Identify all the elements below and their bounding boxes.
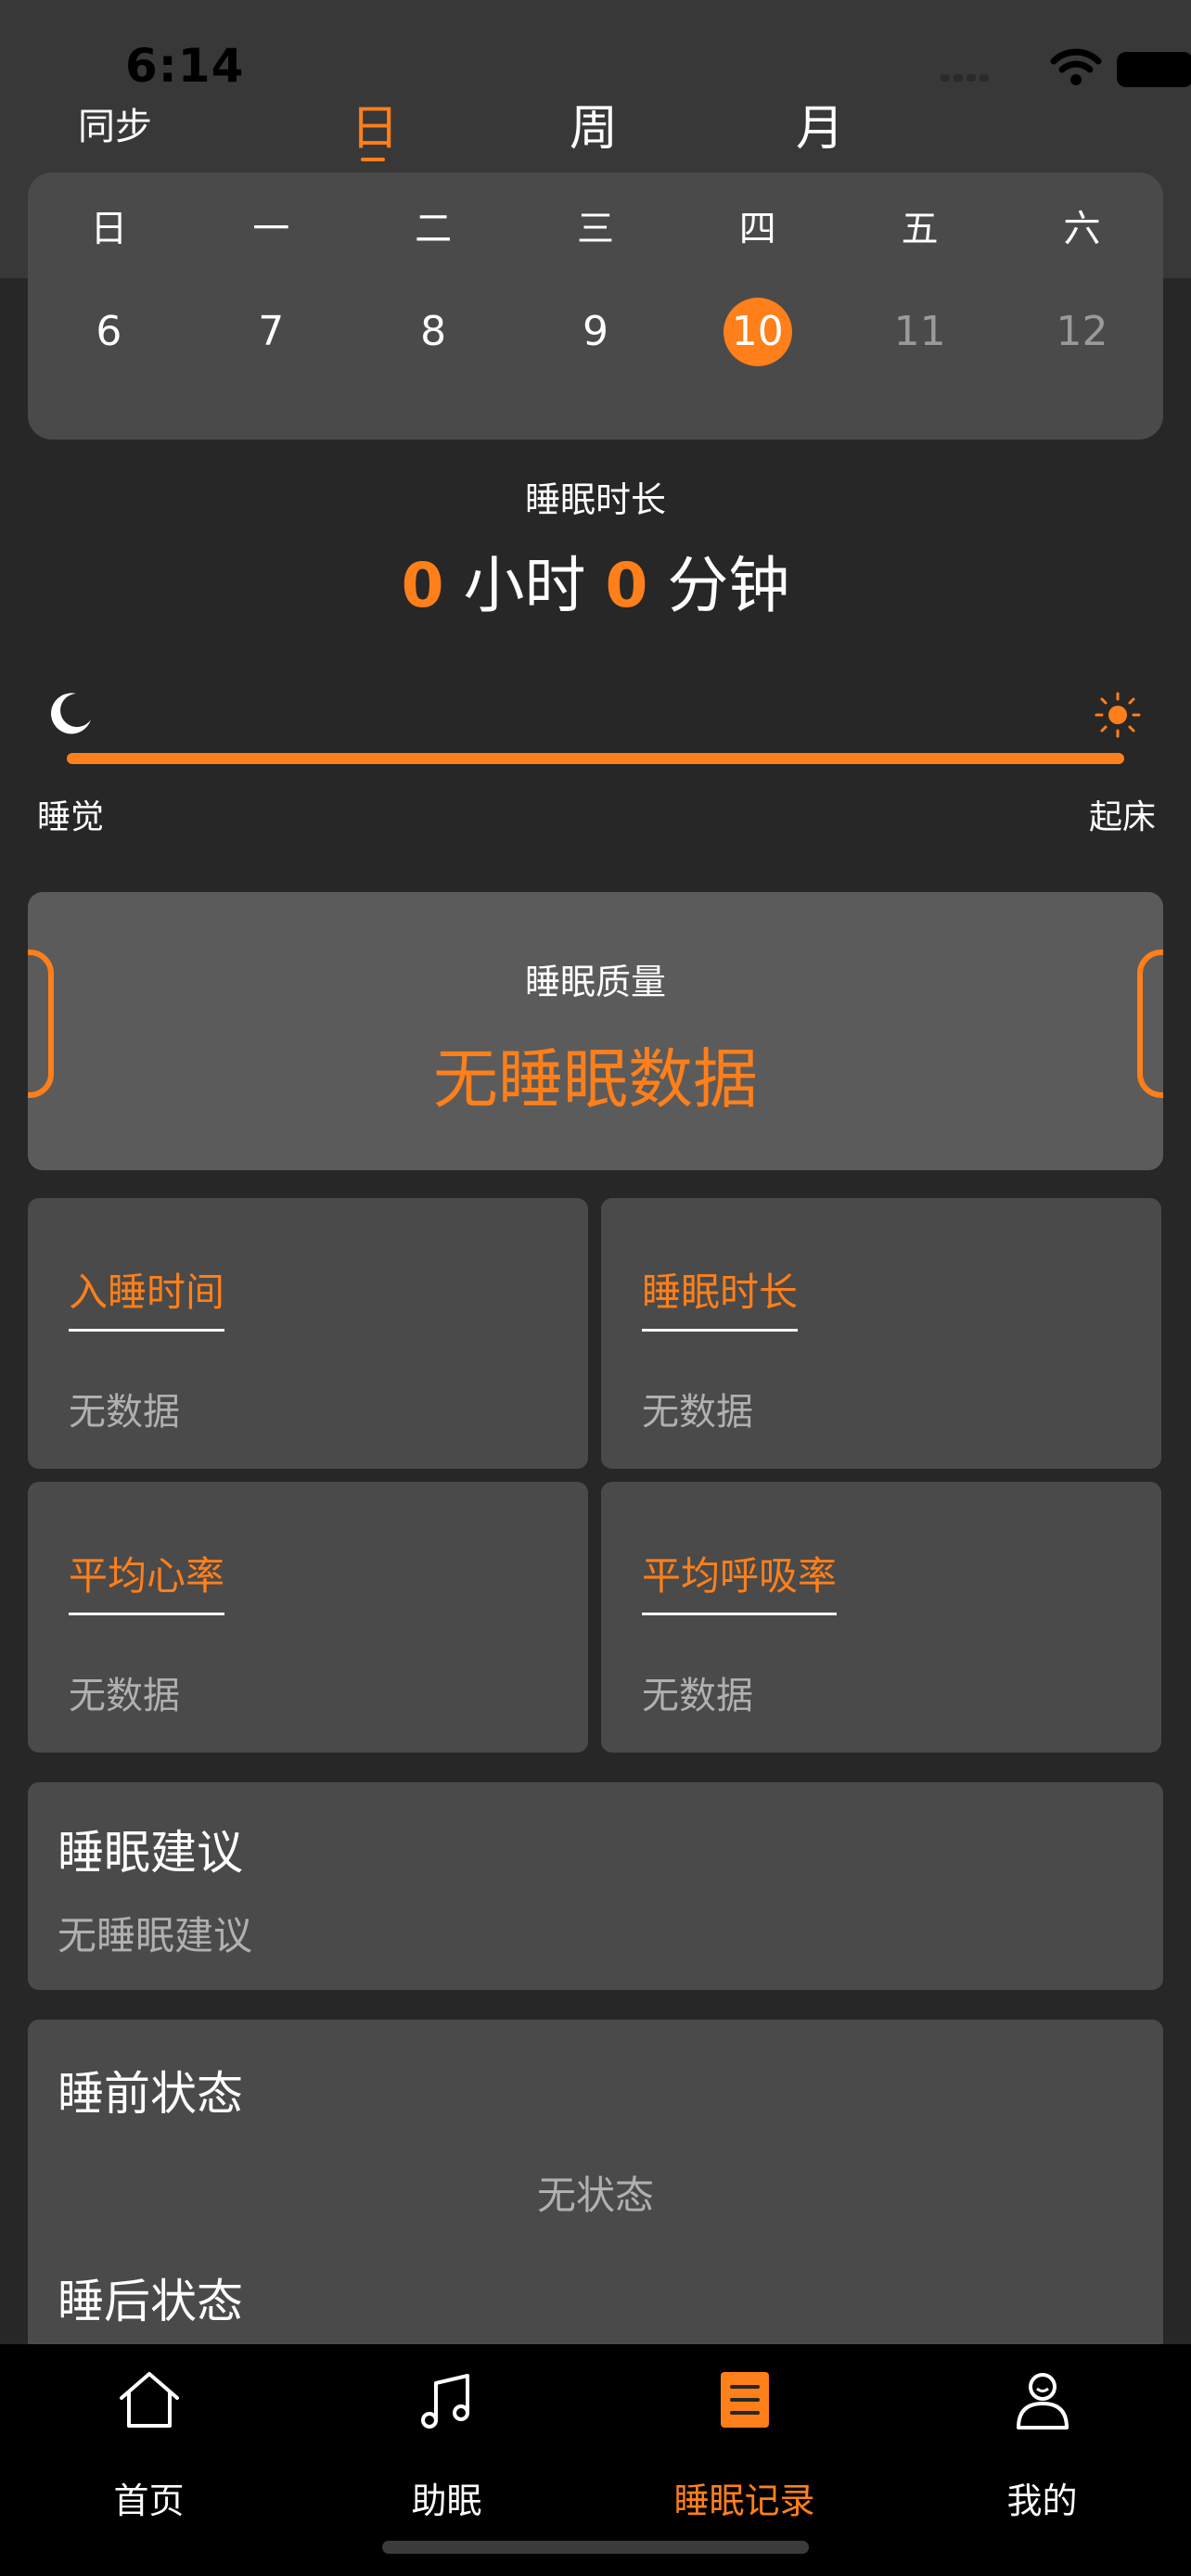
sleep-state-card: 睡前状态 无状态 睡后状态: [28, 2020, 1163, 2391]
tabbar-item-sleep-record[interactable]: 睡眠记录: [596, 2344, 893, 2530]
calendar-day[interactable]: 7: [190, 295, 352, 369]
calendar-day[interactable]: 6: [28, 295, 190, 369]
tabbar-label: 助眠: [411, 2480, 482, 2521]
status-time: 6:14: [125, 39, 245, 93]
tabbar-item-sleep-aid[interactable]: 助眠: [298, 2344, 596, 2530]
metric-value: 无数据: [642, 1675, 753, 1717]
wifi-icon: [1050, 48, 1102, 85]
tabbar-label: 首页: [113, 2480, 185, 2521]
metric-title: 平均呼吸率: [642, 1545, 838, 1615]
metric-card-respiration-rate[interactable]: 平均呼吸率 无数据: [601, 1482, 1161, 1753]
day-number: 11: [893, 308, 946, 355]
day-number: 8: [420, 308, 447, 355]
post-sleep-state-title: 睡后状态: [58, 2275, 243, 2328]
record-list-icon: [720, 2372, 769, 2428]
status-indicators: [894, 45, 1191, 91]
music-note-icon: [420, 2374, 469, 2429]
metric-value: 无数据: [69, 1675, 180, 1717]
sleep-advice-card: 睡眠建议 无睡眠建议: [28, 1782, 1163, 1990]
quality-title: 睡眠质量: [524, 962, 666, 1002]
no-state-label: 无状态: [536, 2173, 654, 2218]
metric-card-sleep-duration[interactable]: 睡眠时长 无数据: [601, 1198, 1161, 1469]
advice-value: 无睡眠建议: [58, 1913, 253, 1958]
day-number: 12: [1056, 308, 1108, 355]
weekday-label: 五: [901, 208, 939, 250]
tabbar-item-home[interactable]: 首页: [0, 2344, 298, 2530]
calendar-day[interactable]: 8: [352, 295, 515, 369]
calendar-day[interactable]: 9: [515, 295, 677, 369]
moon-icon: [51, 693, 91, 734]
weekday-label: 三: [576, 208, 614, 250]
metric-title: 平均心率: [69, 1545, 225, 1615]
day-number: 9: [582, 308, 608, 355]
day-number: 10: [723, 298, 792, 366]
tab-month[interactable]: 月: [796, 89, 844, 159]
duration-value: 0 小时 0 分钟: [0, 536, 1191, 625]
calendar-day-future[interactable]: 12: [1001, 295, 1163, 369]
profile-icon: [1016, 2373, 1069, 2429]
tabbar-label: 我的: [1006, 2480, 1078, 2521]
weekday-label: 二: [415, 208, 453, 250]
tabbar-label: 睡眠记录: [673, 2480, 815, 2521]
calendar-day-future[interactable]: 11: [839, 295, 1001, 369]
sleep-quality-card: 睡眠质量 无睡眠数据: [28, 892, 1163, 1170]
wake-label: 起床: [1088, 798, 1156, 836]
tabbar-item-profile[interactable]: 我的: [893, 2344, 1191, 2530]
day-number: 6: [96, 308, 122, 355]
duration-hours: 0: [401, 550, 444, 621]
metric-title: 睡眠时长: [642, 1261, 799, 1332]
metric-value: 无数据: [642, 1391, 753, 1434]
metric-card-sleep-onset[interactable]: 入睡时间 无数据: [28, 1198, 588, 1469]
sleep-timeline-bar: [67, 753, 1124, 764]
weekday-label: 六: [1063, 208, 1101, 250]
sync-button[interactable]: 同步: [78, 96, 152, 150]
day-number: 7: [258, 308, 285, 355]
weekday-label: 日: [90, 208, 128, 250]
calendar-days: 6 7 8 9 10 11 12: [28, 295, 1163, 369]
weekday-label: 一: [252, 208, 290, 250]
sleep-label: 睡觉: [37, 798, 105, 836]
weekday-label: 四: [738, 208, 776, 250]
duration-minutes-unit: 分钟: [667, 550, 790, 621]
home-indicator[interactable]: [382, 2541, 809, 2554]
metric-card-heart-rate[interactable]: 平均心率 无数据: [28, 1482, 588, 1753]
battery-icon: [1117, 52, 1191, 87]
weekday-header: 日 一 二 三 四 五 六: [28, 198, 1163, 252]
quality-value: 无睡眠数据: [433, 1041, 758, 1117]
calendar-day-selected[interactable]: 10: [676, 295, 839, 369]
sun-icon: [1095, 692, 1141, 738]
metric-value: 无数据: [69, 1391, 180, 1434]
tab-day[interactable]: 日: [351, 89, 399, 159]
pre-sleep-state-title: 睡前状态: [58, 2067, 243, 2121]
duration-label: 睡眠时长: [524, 479, 666, 520]
cellular-signal-icon: [941, 74, 989, 82]
tab-week[interactable]: 周: [570, 89, 618, 159]
tab-day-indicator: [361, 158, 385, 161]
duration-minutes: 0: [605, 550, 648, 621]
advice-title: 睡眠建议: [58, 1826, 243, 1880]
duration-hours-unit: 小时: [463, 550, 586, 621]
metric-title: 入睡时间: [69, 1261, 225, 1332]
home-icon: [119, 2372, 179, 2428]
